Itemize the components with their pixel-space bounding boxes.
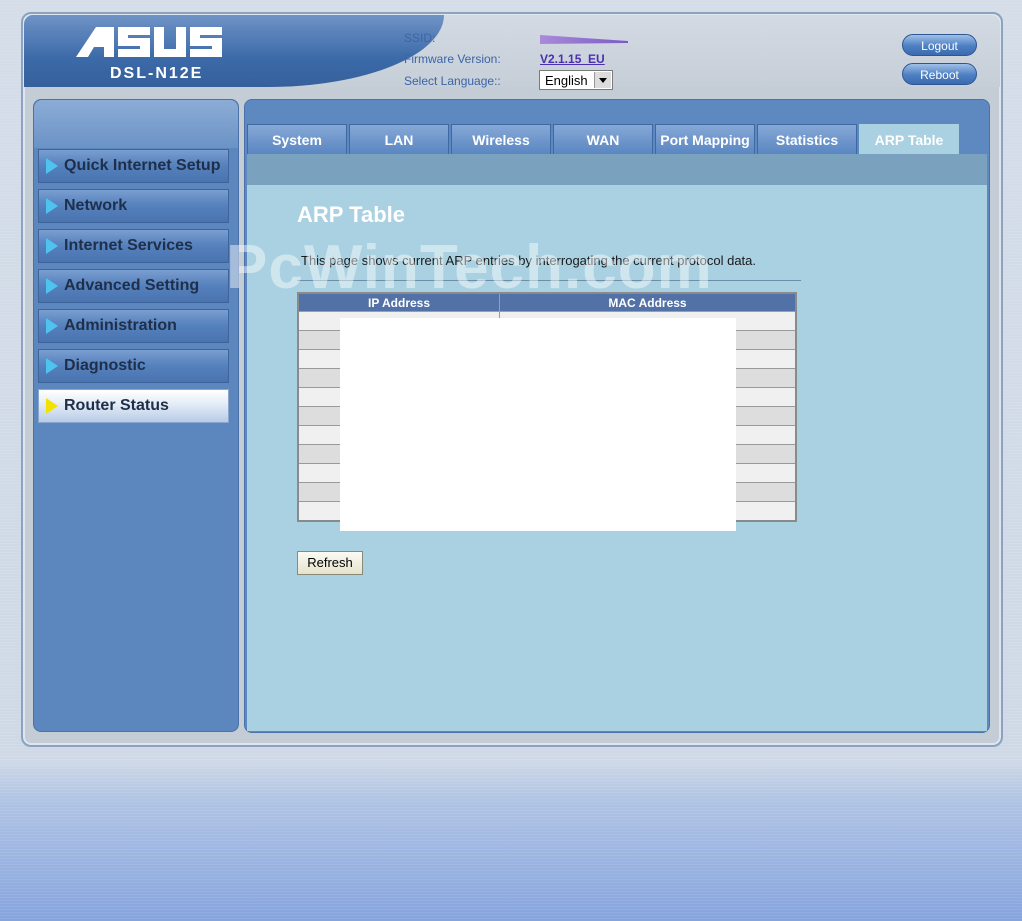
sidebar-item-label: Diagnostic — [64, 357, 146, 374]
column-header-mac-address: MAC Address — [499, 292, 797, 312]
firmware-version-link[interactable]: V2.1.15_EU — [540, 52, 605, 66]
sidebar-item-administration[interactable]: Administration — [38, 309, 229, 343]
header: DSL-N12E — [24, 15, 1000, 87]
sidebar-item-label: Administration — [64, 317, 177, 334]
tab-statistics[interactable]: Statistics — [757, 124, 857, 154]
logout-button[interactable]: Logout — [902, 34, 977, 56]
page-description: This page shows current ARP entries by i… — [301, 253, 757, 268]
arrow-right-icon — [46, 198, 58, 214]
sidebar-item-quick-internet-setup[interactable]: Quick Internet Setup — [38, 149, 229, 183]
sub-tab-bar — [247, 154, 987, 185]
arrow-right-icon — [46, 238, 58, 254]
tab-lan[interactable]: LAN — [349, 124, 449, 154]
divider — [297, 280, 801, 281]
tab-system[interactable]: System — [247, 124, 347, 154]
sidebar-item-label: Network — [64, 197, 128, 214]
arrow-right-icon — [46, 398, 58, 414]
column-header-ip-address: IP Address — [297, 292, 500, 312]
sidebar-item-advanced-setting[interactable]: Advanced Setting — [38, 269, 229, 303]
sidebar-item-router-status[interactable]: Router Status — [38, 389, 229, 423]
model-name: DSL-N12E — [110, 65, 204, 82]
page-title: ARP Table — [297, 202, 405, 227]
chevron-down-icon[interactable] — [594, 72, 611, 88]
redaction-box — [340, 318, 736, 531]
sidebar-header — [34, 100, 238, 148]
sidebar-item-label: Advanced Setting — [64, 277, 200, 294]
ssid-label: SSID: — [404, 31, 436, 45]
sidebar-item-network[interactable]: Network — [38, 189, 229, 223]
tab-wan[interactable]: WAN — [553, 124, 653, 154]
language-select[interactable]: English — [539, 70, 613, 90]
tab-wireless[interactable]: Wireless — [451, 124, 551, 154]
sidebar-item-diagnostic[interactable]: Diagnostic — [38, 349, 229, 383]
language-label: Select Language:: — [404, 74, 501, 88]
sidebar-item-label: Router Status — [64, 397, 169, 414]
tab-arp-table[interactable]: ARP Table — [859, 124, 959, 154]
reboot-button[interactable]: Reboot — [902, 63, 977, 85]
firmware-label: Firmware Version: — [404, 52, 501, 66]
sidebar-item-label: Quick Internet Setup — [64, 157, 221, 174]
arrow-right-icon — [46, 358, 58, 374]
arrow-right-icon — [46, 278, 58, 294]
tab-port-mapping[interactable]: Port Mapping — [655, 124, 755, 154]
arrow-right-icon — [46, 158, 58, 174]
asus-logo — [76, 27, 222, 57]
arrow-right-icon — [46, 318, 58, 334]
refresh-button[interactable]: Refresh — [297, 551, 363, 575]
language-select-value: English — [545, 72, 588, 88]
sidebar-item-internet-services[interactable]: Internet Services — [38, 229, 229, 263]
sidebar-item-label: Internet Services — [64, 237, 193, 254]
